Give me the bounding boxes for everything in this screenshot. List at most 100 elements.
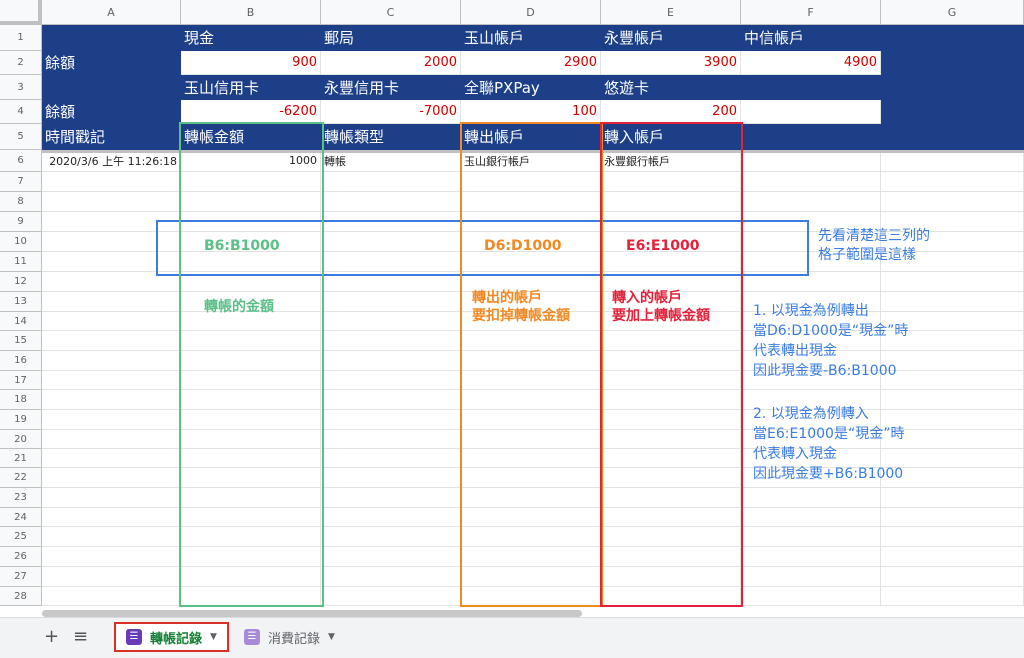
row-header-6[interactable]: 6 bbox=[0, 150, 42, 172]
cell-a16[interactable] bbox=[42, 351, 181, 371]
cell-b12[interactable] bbox=[181, 272, 321, 292]
cell-a27[interactable] bbox=[42, 567, 181, 587]
row-header-10[interactable]: 10 bbox=[0, 232, 42, 252]
cell-d16[interactable] bbox=[461, 351, 601, 371]
cell-c6[interactable]: 轉帳 bbox=[321, 150, 461, 172]
cell-a3[interactable] bbox=[42, 75, 181, 100]
cell-d4[interactable]: 100 bbox=[461, 100, 601, 124]
cell-b26[interactable] bbox=[181, 547, 321, 567]
cell-c8[interactable] bbox=[321, 192, 461, 212]
cell-b22[interactable] bbox=[181, 468, 321, 488]
row-header-17[interactable]: 17 bbox=[0, 371, 42, 390]
row-header-26[interactable]: 26 bbox=[0, 547, 42, 567]
cell-b25[interactable] bbox=[181, 527, 321, 547]
cell-e7[interactable] bbox=[601, 172, 741, 192]
frozen-rows-divider[interactable] bbox=[42, 150, 1024, 153]
row-header-15[interactable]: 15 bbox=[0, 331, 42, 351]
cell-g4[interactable] bbox=[881, 100, 1024, 124]
cell-e26[interactable] bbox=[601, 547, 741, 567]
cell-g26[interactable] bbox=[881, 547, 1024, 567]
cell-e21[interactable] bbox=[601, 449, 741, 468]
column-header-c[interactable]: C bbox=[321, 0, 461, 25]
column-header-a[interactable]: A bbox=[42, 0, 181, 25]
cell-c18[interactable] bbox=[321, 390, 461, 410]
select-all-corner[interactable] bbox=[0, 0, 42, 25]
row-header-16[interactable]: 16 bbox=[0, 351, 42, 371]
cell-a13[interactable] bbox=[42, 292, 181, 312]
cell-a17[interactable] bbox=[42, 371, 181, 390]
cell-a21[interactable] bbox=[42, 449, 181, 468]
row-header-22[interactable]: 22 bbox=[0, 468, 42, 488]
cell-g6[interactable] bbox=[881, 150, 1024, 172]
cell-f4[interactable] bbox=[741, 100, 881, 124]
cell-b15[interactable] bbox=[181, 331, 321, 351]
cell-g16[interactable] bbox=[881, 351, 1024, 371]
column-header-f[interactable]: F bbox=[741, 0, 881, 25]
cell-d17[interactable] bbox=[461, 371, 601, 390]
cell-a6[interactable]: 2020/3/6 上午 11:26:18 bbox=[42, 150, 181, 172]
cell-c2[interactable]: 2000 bbox=[321, 51, 461, 75]
cell-d5[interactable]: 轉出帳戶 bbox=[461, 124, 601, 150]
cell-e1[interactable]: 永豐帳戶 bbox=[601, 25, 741, 51]
row-header-4[interactable]: 4 bbox=[0, 100, 42, 124]
cell-e2[interactable]: 3900 bbox=[601, 51, 741, 75]
cell-g24[interactable] bbox=[881, 508, 1024, 527]
cell-c12[interactable] bbox=[321, 272, 461, 292]
cell-e16[interactable] bbox=[601, 351, 741, 371]
add-sheet-button[interactable]: + bbox=[44, 628, 59, 646]
row-header-9[interactable]: 9 bbox=[0, 212, 42, 232]
cell-d3[interactable]: 全聯PXPay bbox=[461, 75, 601, 100]
cell-a2[interactable]: 餘額 bbox=[42, 51, 181, 75]
cell-a5[interactable]: 時間戳記 bbox=[42, 124, 181, 150]
row-header-28[interactable]: 28 bbox=[0, 587, 42, 606]
cell-a11[interactable] bbox=[42, 252, 181, 272]
column-header-g[interactable]: G bbox=[881, 0, 1024, 25]
cell-e4[interactable]: 200 bbox=[601, 100, 741, 124]
column-header-b[interactable]: B bbox=[181, 0, 321, 25]
cell-a22[interactable] bbox=[42, 468, 181, 488]
row-header-24[interactable]: 24 bbox=[0, 508, 42, 527]
cell-e17[interactable] bbox=[601, 371, 741, 390]
cell-c10[interactable] bbox=[321, 232, 461, 252]
cell-a7[interactable] bbox=[42, 172, 181, 192]
row-header-20[interactable]: 20 bbox=[0, 430, 42, 449]
sheet-tab-transfer[interactable]: ☰ 轉帳記錄 ▼ bbox=[114, 622, 229, 652]
cell-b19[interactable] bbox=[181, 410, 321, 430]
cell-g1[interactable] bbox=[881, 25, 1024, 51]
cell-c13[interactable] bbox=[321, 292, 461, 312]
cell-e24[interactable] bbox=[601, 508, 741, 527]
cell-g18[interactable] bbox=[881, 390, 1024, 410]
chevron-down-icon[interactable]: ▼ bbox=[328, 632, 335, 642]
row-header-3[interactable]: 3 bbox=[0, 75, 42, 100]
cell-a4[interactable]: 餘額 bbox=[42, 100, 181, 124]
cell-c22[interactable] bbox=[321, 468, 461, 488]
cell-d15[interactable] bbox=[461, 331, 601, 351]
cell-d18[interactable] bbox=[461, 390, 601, 410]
cell-c19[interactable] bbox=[321, 410, 461, 430]
sheet-tab-expense[interactable]: ☰ 消費記錄 ▼ bbox=[234, 622, 345, 652]
column-header-d[interactable]: D bbox=[461, 0, 601, 25]
cell-f25[interactable] bbox=[741, 527, 881, 547]
cell-c23[interactable] bbox=[321, 488, 461, 508]
cell-e5[interactable]: 轉入帳戶 bbox=[601, 124, 741, 150]
cell-b16[interactable] bbox=[181, 351, 321, 371]
cell-b7[interactable] bbox=[181, 172, 321, 192]
horizontal-scrollbar[interactable] bbox=[42, 610, 582, 617]
row-header-12[interactable]: 12 bbox=[0, 272, 42, 292]
cell-g13[interactable] bbox=[881, 292, 1024, 312]
row-header-19[interactable]: 19 bbox=[0, 410, 42, 430]
cell-g12[interactable] bbox=[881, 272, 1024, 292]
cell-f24[interactable] bbox=[741, 508, 881, 527]
cell-a23[interactable] bbox=[42, 488, 181, 508]
cell-g8[interactable] bbox=[881, 192, 1024, 212]
cell-a19[interactable] bbox=[42, 410, 181, 430]
cell-b8[interactable] bbox=[181, 192, 321, 212]
cell-g28[interactable] bbox=[881, 587, 1024, 606]
cell-c17[interactable] bbox=[321, 371, 461, 390]
cell-a10[interactable] bbox=[42, 232, 181, 252]
cell-e6[interactable]: 永豐銀行帳戶 bbox=[601, 150, 741, 172]
cell-d8[interactable] bbox=[461, 192, 601, 212]
cell-a12[interactable] bbox=[42, 272, 181, 292]
row-header-8[interactable]: 8 bbox=[0, 192, 42, 212]
cell-d24[interactable] bbox=[461, 508, 601, 527]
